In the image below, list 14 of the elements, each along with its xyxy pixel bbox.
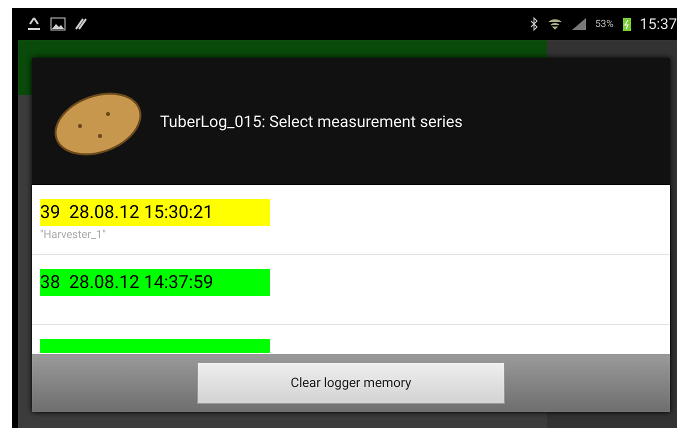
wifi-icon	[547, 17, 564, 31]
image-icon	[50, 17, 66, 31]
dialog-title: TuberLog_015: Select measurement series	[160, 112, 463, 131]
clear-memory-button[interactable]: Clear logger memory	[197, 362, 505, 404]
bluetooth-icon	[529, 17, 540, 31]
clock: 15:37	[640, 15, 677, 33]
signal-icon	[571, 17, 588, 31]
series-item[interactable]: 39 28.08.12 15:30:21 "Harvester_1"	[32, 185, 670, 255]
series-label: 39 28.08.12 15:30:21	[40, 199, 270, 226]
series-note: "Harvester_1"	[40, 228, 106, 241]
battery-percent: 53%	[595, 18, 614, 30]
battery-icon	[622, 16, 632, 32]
series-label: 38 28.08.12 14:37:59	[40, 269, 270, 296]
series-item[interactable]: 38 28.08.12 14:37:59	[32, 255, 670, 325]
